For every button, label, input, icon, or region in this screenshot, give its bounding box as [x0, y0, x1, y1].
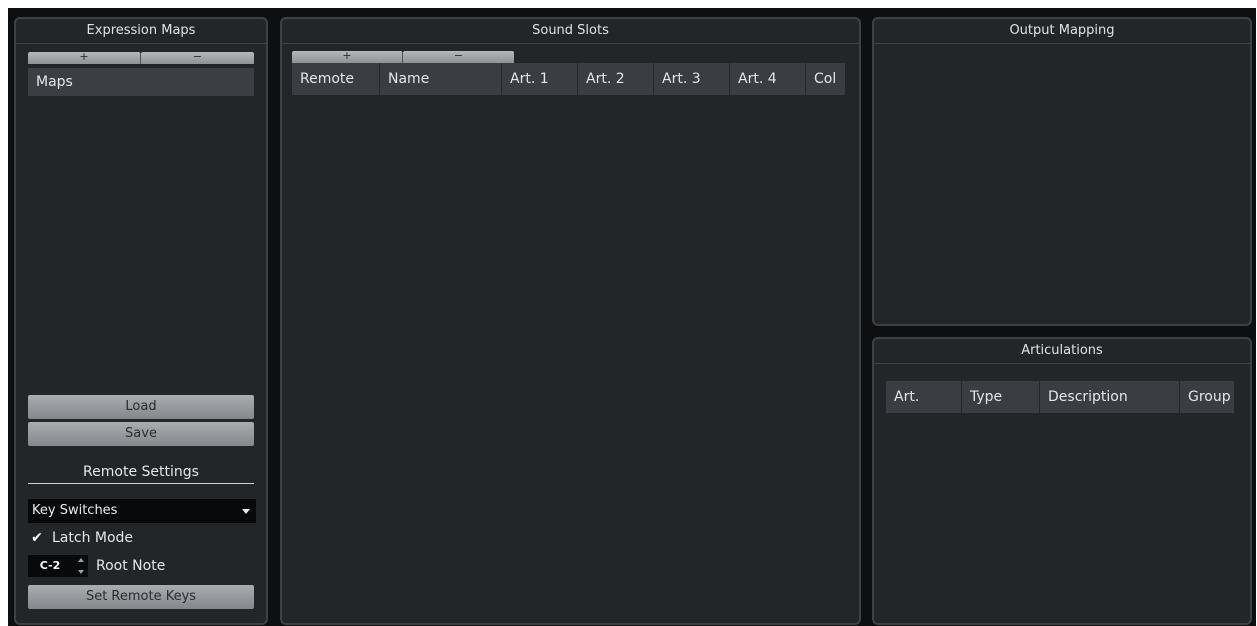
- column-header-art-3[interactable]: Art. 3: [654, 63, 730, 95]
- column-header-type[interactable]: Type: [962, 381, 1040, 413]
- output-mapping-panel: Output Mapping: [872, 17, 1252, 326]
- output-mapping-title: Output Mapping: [874, 19, 1250, 44]
- remote-settings-title: Remote Settings: [83, 464, 199, 480]
- sound-slots-table-header: Remote Name Art. 1 Art. 2 Art. 3 Art. 4 …: [292, 63, 845, 95]
- chevron-down-icon: [242, 509, 250, 514]
- add-sound-slot-button[interactable]: +: [292, 50, 403, 63]
- remote-settings-divider: [28, 483, 254, 484]
- column-header-art-2[interactable]: Art. 2: [578, 63, 654, 95]
- column-header-group[interactable]: Group: [1180, 381, 1234, 413]
- sound-slots-add-remove: + −: [292, 50, 514, 63]
- column-header-art[interactable]: Art.: [886, 381, 962, 413]
- column-header-name[interactable]: Name: [380, 63, 502, 95]
- articulations-title: Articulations: [874, 339, 1250, 364]
- latch-mode-checkbox[interactable]: ✔ Latch Mode: [30, 528, 230, 548]
- set-remote-keys-button[interactable]: Set Remote Keys: [28, 585, 254, 609]
- column-header-art-1[interactable]: Art. 1: [502, 63, 578, 95]
- column-header-description[interactable]: Description: [1040, 381, 1180, 413]
- articulations-panel: Articulations Art. Type Description Grou…: [872, 337, 1252, 625]
- root-note-value: C-2: [39, 559, 61, 572]
- remote-mode-value: Key Switches: [32, 503, 118, 518]
- save-button[interactable]: Save: [28, 422, 254, 446]
- remove-sound-slot-button[interactable]: −: [403, 50, 514, 63]
- maps-list-item[interactable]: Maps: [28, 68, 254, 96]
- column-header-remote[interactable]: Remote: [292, 63, 380, 95]
- column-header-art-4[interactable]: Art. 4: [730, 63, 806, 95]
- root-note-stepper[interactable]: C-2: [28, 555, 88, 577]
- add-map-button[interactable]: +: [28, 51, 141, 64]
- sound-slots-title: Sound Slots: [282, 19, 859, 44]
- column-header-col[interactable]: Col: [806, 63, 845, 95]
- expression-maps-title: Expression Maps: [16, 19, 266, 44]
- expression-maps-panel: Expression Maps + − Maps Load Save Remot…: [14, 17, 268, 625]
- remove-map-button[interactable]: −: [141, 51, 254, 64]
- articulations-table-header: Art. Type Description Group: [886, 381, 1234, 413]
- expression-map-setup-window: Expression Maps + − Maps Load Save Remot…: [0, 0, 1257, 626]
- load-button[interactable]: Load: [28, 395, 254, 419]
- remote-mode-select[interactable]: Key Switches: [28, 499, 256, 523]
- latch-mode-label: Latch Mode: [52, 530, 134, 546]
- root-note-label: Root Note: [96, 558, 166, 574]
- sound-slots-panel: Sound Slots + − Remote Name Art. 1 Art. …: [280, 17, 861, 625]
- stepper-arrows-icon[interactable]: [78, 557, 86, 575]
- checkmark-icon: ✔: [31, 530, 43, 546]
- expression-maps-add-remove: + −: [28, 51, 254, 64]
